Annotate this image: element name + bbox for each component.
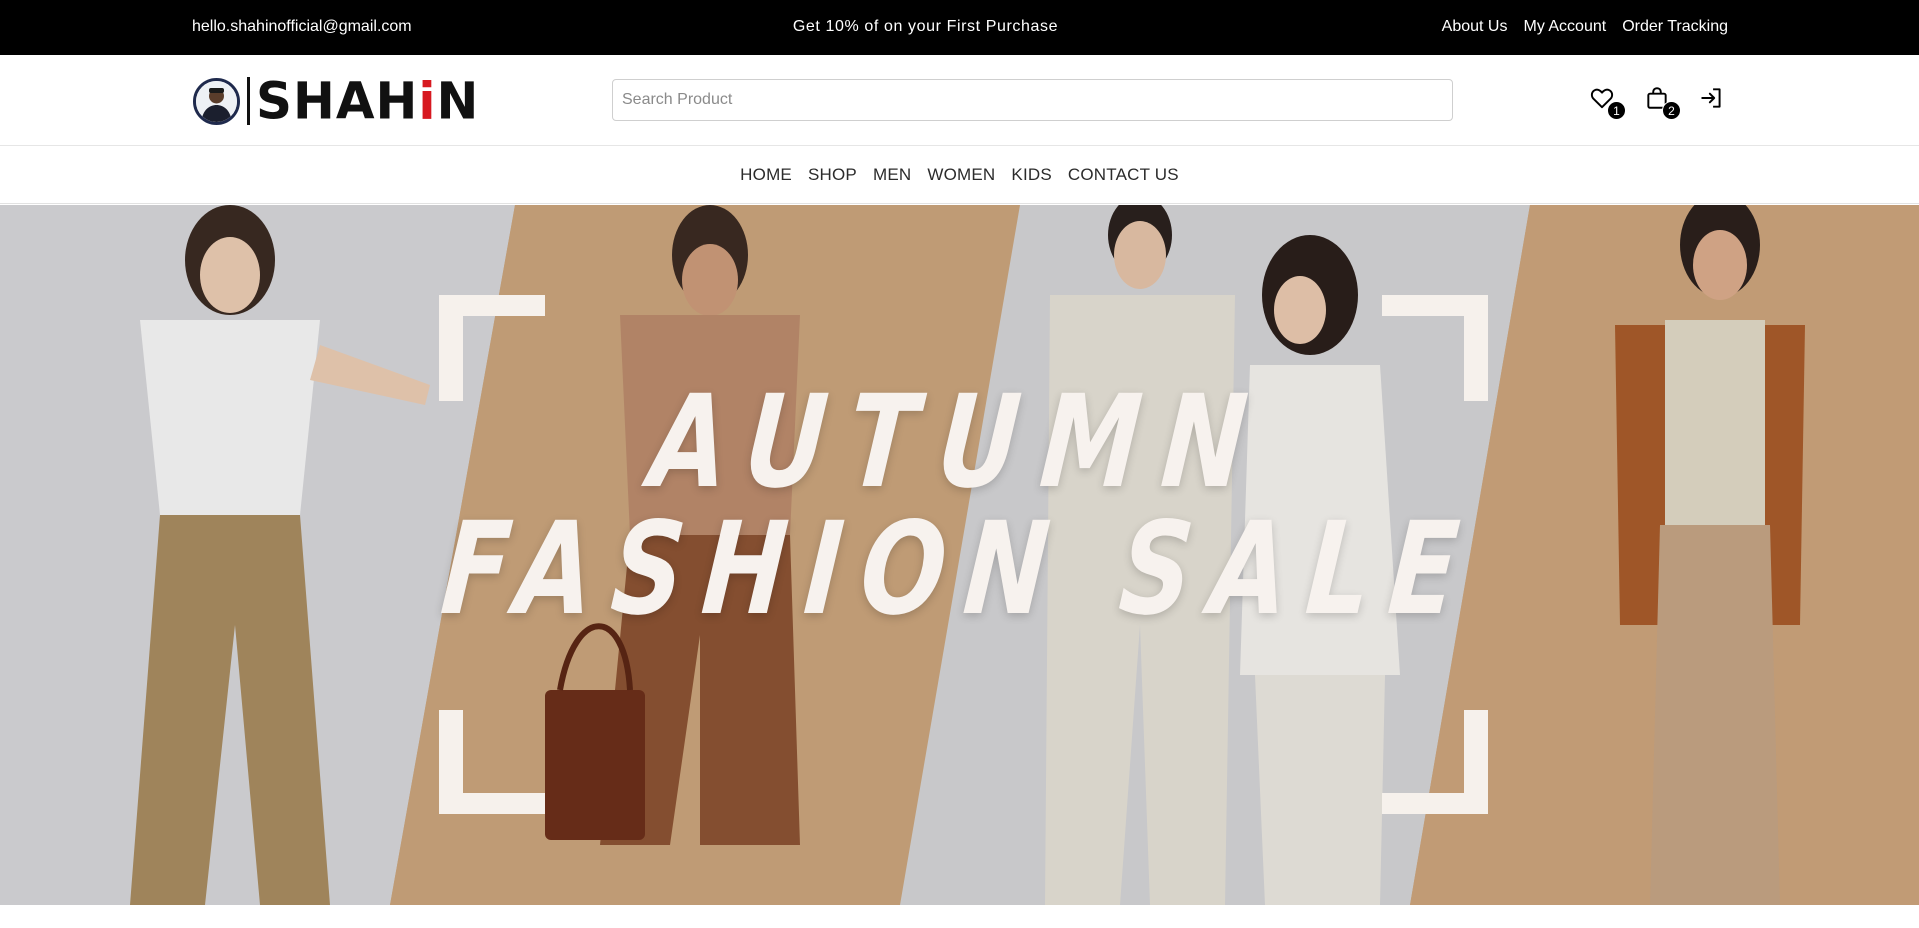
logo-divider xyxy=(247,77,250,125)
wishlist-count-badge: 1 xyxy=(1607,101,1626,120)
order-tracking-link[interactable]: Order Tracking xyxy=(1622,18,1728,36)
cart-button[interactable]: 2 xyxy=(1644,85,1681,120)
top-bar: hello.shahinofficial@gmail.com Get 10% o… xyxy=(0,0,1919,55)
my-account-link[interactable]: My Account xyxy=(1523,18,1606,36)
top-links: About Us My Account Order Tracking xyxy=(1442,18,1728,36)
login-button[interactable] xyxy=(1699,85,1725,111)
wishlist-button[interactable]: 1 xyxy=(1589,85,1626,120)
login-icon xyxy=(1701,88,1721,108)
hero-title-line-2: FASHION SALE xyxy=(436,495,1483,644)
site-logo[interactable]: SHAHiN xyxy=(193,75,479,127)
avatar xyxy=(193,77,240,125)
cart-count-badge: 2 xyxy=(1662,101,1681,120)
nav-item-shop[interactable]: SHOP xyxy=(808,165,857,185)
nav-item-women[interactable]: WOMEN xyxy=(927,165,995,185)
about-us-link[interactable]: About Us xyxy=(1442,18,1508,36)
nav-item-home[interactable]: HOME xyxy=(740,165,792,185)
frame-corner-bottom-right-vertical xyxy=(1464,710,1488,814)
logo-accent-letter: i xyxy=(418,71,437,131)
main-nav: HOME SHOP MEN WOMEN KIDS CONTACT US xyxy=(0,147,1919,204)
logo-wordmark: SHAHiN xyxy=(256,71,480,131)
site-header: SHAHiN 1 2 xyxy=(0,55,1919,146)
nav-item-contact-us[interactable]: CONTACT US xyxy=(1068,165,1179,185)
frame-corner-bottom-left-vertical xyxy=(439,710,463,814)
nav-item-men[interactable]: MEN xyxy=(873,165,911,185)
header-icons: 1 2 xyxy=(1589,85,1725,120)
hero-banner[interactable]: AUTUMN FASHION SALE xyxy=(0,205,1919,905)
nav-item-kids[interactable]: KIDS xyxy=(1011,165,1051,185)
search-input[interactable] xyxy=(612,79,1453,121)
